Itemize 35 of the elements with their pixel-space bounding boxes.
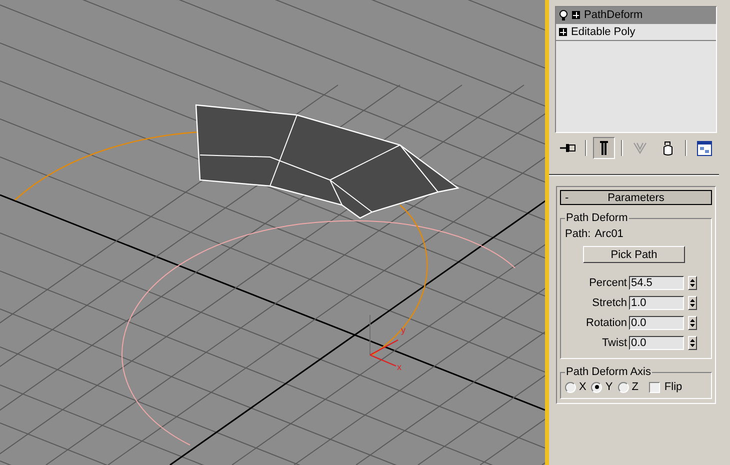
fork-icon — [633, 141, 647, 155]
modifier-stack-item[interactable]: Editable Poly — [556, 24, 716, 41]
spinner-field[interactable]: 1.0 — [629, 296, 684, 310]
group-title: Path Deform Axis — [565, 366, 652, 378]
y-axis-label: y — [401, 325, 406, 335]
rollout-header[interactable]: - Parameters — [560, 190, 712, 205]
expand-icon[interactable] — [572, 11, 580, 19]
spinner-label: Rotation — [585, 317, 627, 329]
spinner-arrows[interactable] — [688, 296, 697, 310]
path-label: Path: — [565, 228, 591, 240]
spinner-arrows[interactable] — [688, 276, 697, 290]
spinner-field[interactable]: 54.5 — [629, 276, 684, 290]
group-title: Path Deform — [565, 212, 629, 224]
path-value: Arc01 — [594, 228, 624, 240]
expand-icon[interactable] — [559, 28, 567, 36]
pin-icon — [560, 142, 576, 154]
axis-gizmo-drawing — [370, 314, 398, 367]
spinner-label: Percent — [588, 277, 627, 289]
spinner-arrows[interactable] — [688, 316, 697, 330]
lightbulb-icon[interactable] — [559, 10, 568, 20]
spinner-label: Twist — [600, 337, 627, 349]
configure-icon — [696, 140, 712, 156]
axis-radio[interactable]: X — [565, 381, 586, 393]
stack-tool-button[interactable] — [593, 137, 615, 159]
spinner-label: Stretch — [591, 297, 627, 309]
modifier-stack-item[interactable]: PathDeform — [556, 7, 716, 24]
spinner-field[interactable]: 0.0 — [629, 316, 684, 330]
x-axis-label: x — [397, 362, 402, 372]
pick-path-button[interactable]: Pick Path — [583, 246, 685, 263]
axis-radio[interactable]: Y — [591, 381, 613, 393]
flip-checkbox[interactable]: Flip — [649, 381, 682, 393]
bin-icon — [662, 140, 674, 156]
spinner-field[interactable]: 0.0 — [629, 336, 684, 350]
spinner-arrows[interactable] — [688, 336, 697, 350]
pillar-icon — [599, 140, 609, 156]
